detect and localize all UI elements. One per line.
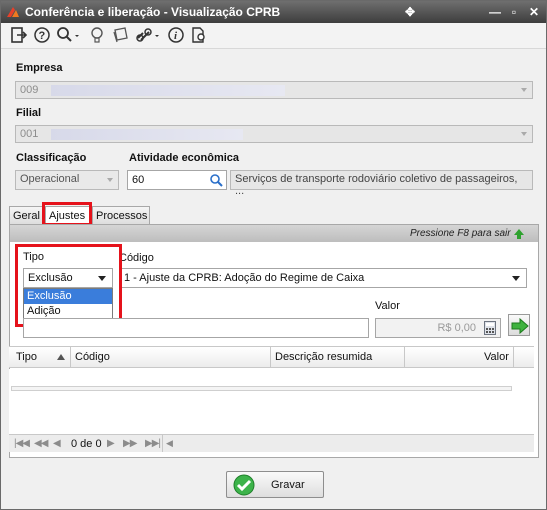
lightbulb-icon[interactable] [90, 26, 104, 46]
column-divider [70, 347, 71, 367]
atividade-desc-value: Serviços de transporte rodoviário coleti… [235, 173, 518, 197]
codigo-value: 1 - Ajuste da CPRB: Adoção do Regime de … [124, 272, 365, 284]
first-page-icon[interactable]: |◀◀ [14, 438, 30, 449]
panel-hint: Pressione F8 para sair [410, 228, 511, 239]
column-divider [513, 347, 514, 367]
descricao-input[interactable] [23, 318, 369, 338]
empresa-value: 009 [20, 84, 39, 96]
chevron-down-icon[interactable] [512, 276, 520, 281]
atividade-code-input[interactable]: 60 [127, 170, 227, 190]
filial-label: Filial [16, 107, 42, 119]
sort-asc-icon [57, 354, 65, 360]
last-page-icon[interactable]: ▶▶| [145, 438, 161, 449]
chevron-down-icon[interactable] [107, 178, 113, 182]
maximize-button[interactable]: ▫ [506, 4, 522, 20]
column-header-codigo[interactable]: Código [75, 351, 110, 363]
calculator-icon[interactable] [484, 321, 496, 335]
atividade-desc-field: Serviços de transporte rodoviário coleti… [230, 170, 533, 197]
horizontal-scrollbar[interactable] [11, 386, 512, 391]
column-divider [404, 347, 405, 367]
highlight-ajustes-tab [42, 202, 92, 226]
codigo-label: Código [119, 252, 154, 264]
column-divider [270, 347, 271, 367]
valor-placeholder: R$ 0,00 [437, 322, 476, 334]
minimize-button[interactable]: — [487, 4, 503, 20]
chevron-down-icon[interactable] [521, 88, 527, 92]
chevron-down-icon[interactable] [521, 132, 527, 136]
tab-label: Geral [13, 210, 40, 222]
tab-label: Processos [96, 210, 148, 222]
prev-page-fast-icon[interactable]: ◀◀ [34, 438, 48, 449]
pager-text: 0 de 0 [71, 438, 102, 450]
column-header-descricao[interactable]: Descrição resumida [275, 351, 372, 363]
tab-geral[interactable]: Geral [9, 206, 43, 225]
info-icon[interactable]: i [167, 26, 185, 46]
save-button[interactable]: Gravar [226, 471, 324, 498]
grid-pager: |◀◀ ◀◀ ◀ 0 de 0 ▶ ▶▶ ▶▶| ◀ [9, 434, 534, 452]
link-icon[interactable] [135, 26, 161, 46]
valor-input[interactable]: R$ 0,00 [375, 318, 501, 338]
filial-value: 001 [20, 128, 39, 140]
classificacao-select[interactable]: Operacional [15, 170, 119, 190]
grid-header: Tipo Código Descrição resumida Valor [9, 346, 534, 368]
prev-page-icon[interactable]: ◀ [53, 438, 61, 449]
column-header-tipo[interactable]: Tipo [16, 351, 37, 363]
close-button[interactable]: ✕ [526, 4, 542, 20]
toolbar: ? i [1, 23, 546, 49]
move-icon[interactable]: ✥ [402, 4, 418, 20]
app-logo-icon [7, 7, 19, 17]
highlight-tipo-dropdown [15, 244, 122, 327]
exit-icon[interactable] [11, 26, 27, 46]
tab-processos[interactable]: Processos [92, 206, 150, 225]
add-button[interactable] [508, 314, 530, 336]
help-icon[interactable]: ? [33, 26, 51, 46]
column-header-valor[interactable]: Valor [484, 351, 509, 363]
redacted-text [51, 129, 243, 140]
arrow-up-icon[interactable] [513, 228, 525, 240]
title-bar: Conferência e liberação - Visualização C… [1, 1, 546, 23]
main-window: Conferência e liberação - Visualização C… [0, 0, 547, 510]
empresa-field[interactable]: 009 [15, 81, 533, 99]
next-page-icon[interactable]: ▶ [107, 438, 115, 449]
classificacao-label: Classificação [16, 152, 87, 164]
empresa-label: Empresa [16, 62, 63, 74]
filial-field[interactable]: 001 [15, 125, 533, 143]
arrow-right-icon [511, 318, 529, 334]
window-title: Conferência e liberação - Visualização C… [25, 5, 281, 19]
check-icon [233, 474, 255, 496]
codigo-select[interactable]: 1 - Ajuste da CPRB: Adoção do Regime de … [119, 268, 527, 288]
notes-icon[interactable] [112, 26, 130, 46]
atividade-label: Atividade econômica [129, 152, 240, 164]
grid-body [9, 369, 534, 434]
document-settings-icon[interactable] [190, 26, 208, 46]
redacted-text [51, 85, 285, 96]
valor-label: Valor [375, 300, 400, 312]
classificacao-value: Operacional [20, 173, 80, 185]
next-page-fast-icon[interactable]: ▶▶ [123, 438, 137, 449]
scroll-left-icon[interactable]: ◀ [162, 435, 176, 452]
svg-text:?: ? [39, 30, 46, 42]
search-icon[interactable] [56, 26, 80, 46]
save-label: Gravar [271, 479, 305, 491]
search-icon[interactable] [209, 173, 223, 187]
svg-text:i: i [174, 30, 178, 42]
panel-header: Pressione F8 para sair [10, 225, 538, 242]
atividade-code-value: 60 [132, 174, 145, 186]
